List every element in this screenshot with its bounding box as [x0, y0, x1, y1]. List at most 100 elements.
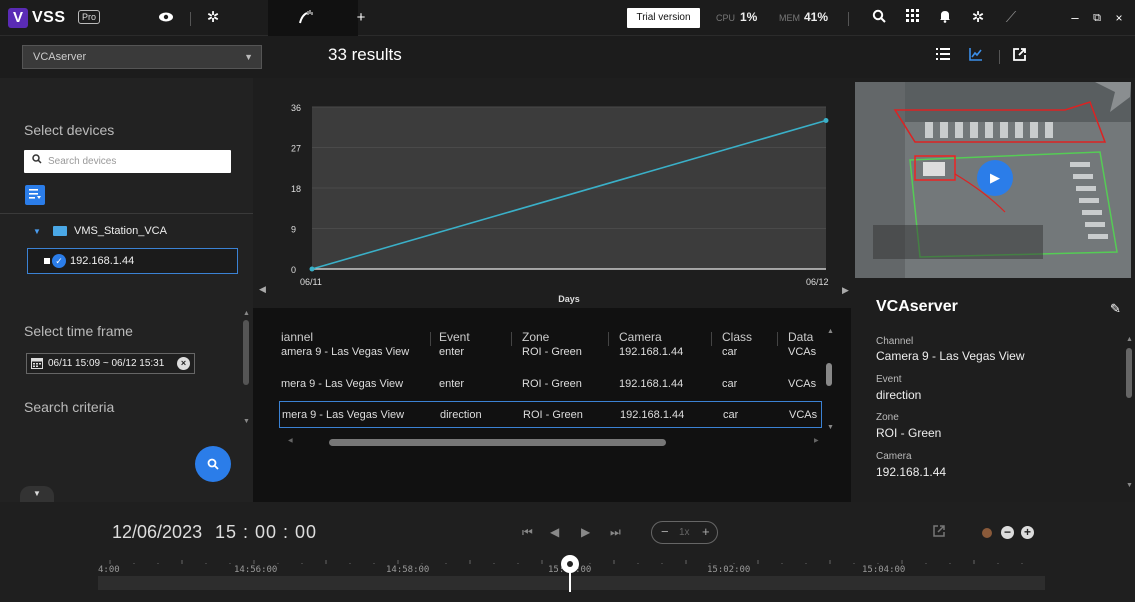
- cell-class: car: [722, 346, 738, 358]
- cell-class: car: [722, 378, 738, 390]
- play-backward-icon[interactable]: ◀: [550, 525, 559, 539]
- search-input[interactable]: [48, 152, 223, 170]
- minimize-icon[interactable]: –: [1066, 9, 1084, 27]
- speed-increase-icon[interactable]: +: [702, 524, 710, 539]
- speed-decrease-icon[interactable]: −: [661, 524, 669, 539]
- server-select[interactable]: VCAserver ▼: [22, 45, 262, 69]
- grid-icon[interactable]: [903, 9, 921, 27]
- app-logo: V: [8, 8, 28, 28]
- bell-icon[interactable]: [936, 9, 954, 27]
- skip-to-end-icon[interactable]: ⏭: [610, 525, 621, 540]
- list-view-icon[interactable]: [934, 47, 952, 65]
- search-button[interactable]: [195, 446, 231, 482]
- device-list-toggle-button[interactable]: [25, 185, 45, 205]
- collapse-panel-button[interactable]: ▼: [20, 486, 54, 502]
- cell-channel: mera 9 - Las Vegas View: [281, 378, 404, 390]
- clear-icon[interactable]: ×: [177, 357, 190, 370]
- speed-control[interactable]: − 1x +: [651, 521, 718, 544]
- y-tick-label: 36: [291, 103, 301, 113]
- export-icon[interactable]: [1010, 47, 1028, 65]
- detail-event-label: Event: [876, 374, 902, 385]
- cell-data: VCAs: [789, 409, 818, 421]
- line-chart: 0 9 18 27 36 06/11 06/12 Days: [291, 103, 829, 304]
- x-axis-label: Days: [558, 294, 580, 304]
- expand-arrow-icon[interactable]: ▼: [33, 227, 41, 236]
- time-range-field[interactable]: 06/11 15:09 ~ 06/12 15:31 ×: [26, 353, 195, 374]
- pencil-icon[interactable]: ✎: [1110, 301, 1121, 317]
- results-count: 33 results: [328, 45, 402, 64]
- scroll-right-arrow-icon[interactable]: ▶: [814, 437, 819, 444]
- scroll-up-arrow-icon[interactable]: ▲: [243, 310, 250, 317]
- detail-zone-value: ROI - Green: [876, 426, 942, 440]
- chart-next-arrow-icon[interactable]: ▶: [842, 285, 849, 296]
- cell-camera: 192.168.1.44: [619, 378, 684, 390]
- add-tab-icon[interactable]: +: [352, 9, 370, 27]
- settings-icon[interactable]: ✲: [969, 9, 987, 27]
- checkmark-icon[interactable]: ✓: [52, 254, 66, 268]
- table-row[interactable]: amera 9 - Las Vegas View enter ROI - Gre…: [279, 340, 822, 360]
- server-select-value: VCAserver: [33, 51, 87, 63]
- scroll-down-arrow-icon[interactable]: ▼: [827, 424, 834, 431]
- table-row-selected[interactable]: mera 9 - Las Vegas View direction ROI - …: [279, 401, 822, 428]
- scroll-left-arrow-icon[interactable]: ◀: [288, 437, 293, 444]
- timeline-label: 14:56:00: [234, 565, 278, 575]
- scrollbar[interactable]: [243, 320, 249, 385]
- chart-view-icon[interactable]: [967, 47, 985, 65]
- mem-label: MEM: [779, 13, 800, 23]
- zoom-in-icon[interactable]: +: [1021, 526, 1034, 539]
- scroll-down-arrow-icon[interactable]: ▼: [243, 418, 250, 425]
- eye-icon[interactable]: [157, 9, 175, 27]
- details-scrollbar[interactable]: [1126, 348, 1132, 398]
- search-icon: [32, 154, 42, 167]
- tab-smart-search[interactable]: [268, 0, 358, 36]
- play-button[interactable]: ▶: [977, 160, 1013, 196]
- play-forward-icon[interactable]: ▶: [581, 525, 590, 539]
- pin-icon[interactable]: ⟋: [1002, 9, 1020, 27]
- table-horizontal-scrollbar[interactable]: [329, 439, 666, 446]
- cell-camera: 192.168.1.44: [619, 346, 684, 358]
- edition-badge: Pro: [78, 10, 101, 24]
- close-icon[interactable]: ×: [1110, 9, 1128, 27]
- x-tick-label: 06/11: [300, 277, 322, 287]
- cell-event: enter: [439, 378, 465, 390]
- scroll-up-arrow-icon[interactable]: ▲: [827, 328, 834, 335]
- skip-to-start-icon[interactable]: ⏮: [522, 525, 533, 540]
- cell-data: VCAs: [788, 378, 817, 390]
- cpu-value: 1%: [740, 10, 758, 24]
- cell-event: direction: [440, 409, 482, 421]
- data-point: [309, 266, 315, 272]
- cell-event: enter: [439, 346, 465, 358]
- folder-icon: [53, 226, 67, 236]
- scroll-down-arrow-icon[interactable]: ▼: [1126, 482, 1133, 489]
- scroll-up-arrow-icon[interactable]: ▲: [1126, 336, 1133, 343]
- search-icon[interactable]: [870, 9, 888, 27]
- divider: [0, 213, 253, 214]
- chart-prev-arrow-icon[interactable]: ◀: [259, 284, 266, 295]
- device-search-box[interactable]: [24, 150, 231, 173]
- trial-version-button[interactable]: Trial version: [627, 8, 700, 28]
- export-clip-icon[interactable]: [932, 524, 946, 541]
- cell-class: car: [723, 409, 739, 421]
- timeline-cursor-dot: [567, 561, 573, 567]
- cell-zone: ROI - Green: [522, 378, 582, 390]
- y-tick-label: 9: [291, 225, 296, 235]
- cpu-label: CPU: [716, 13, 736, 23]
- table-row[interactable]: mera 9 - Las Vegas View enter ROI - Gree…: [279, 372, 822, 396]
- detail-event-value: direction: [876, 388, 922, 402]
- gear-icon[interactable]: ✲: [204, 9, 222, 27]
- cell-channel: mera 9 - Las Vegas View: [282, 409, 405, 421]
- color-picker-icon[interactable]: [982, 528, 992, 538]
- restore-icon[interactable]: ⧉: [1088, 9, 1106, 27]
- top-bar: V VSS Pro ✲ + Trial version CPU 1% MEM 4…: [0, 0, 1135, 36]
- y-tick-label: 0: [291, 265, 296, 275]
- calendar-icon: [31, 358, 43, 369]
- smart-search-tab-icon[interactable]: [298, 9, 316, 27]
- timeline-track[interactable]: [98, 576, 1045, 590]
- details-title: VCAserver: [876, 298, 958, 315]
- table-vertical-scrollbar[interactable]: [826, 363, 832, 386]
- x-tick-label: 06/12: [806, 277, 829, 287]
- app-name: VSS: [32, 9, 66, 26]
- cell-channel: amera 9 - Las Vegas View: [281, 346, 410, 358]
- tree-station[interactable]: VMS_Station_VCA: [74, 225, 167, 237]
- zoom-out-icon[interactable]: −: [1001, 526, 1014, 539]
